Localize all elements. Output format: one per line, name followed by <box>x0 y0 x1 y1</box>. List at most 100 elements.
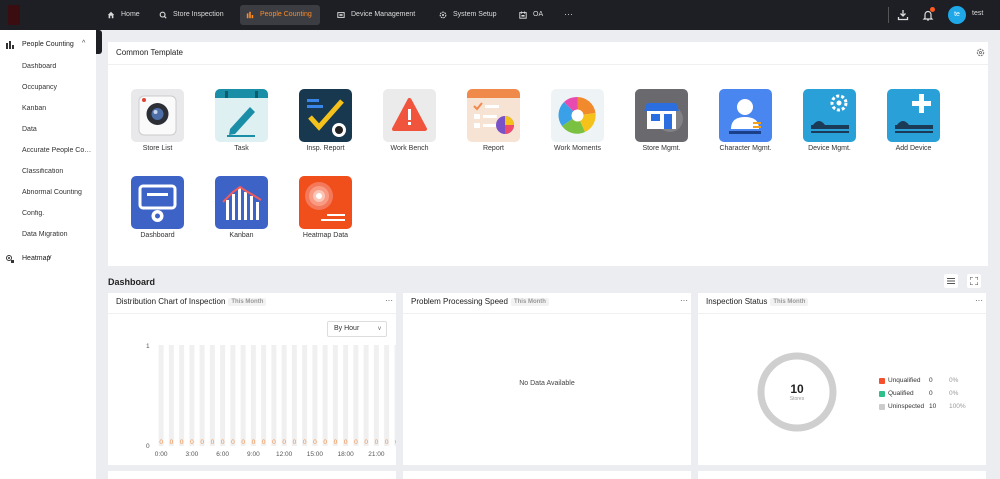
data-label: 0 <box>231 439 235 446</box>
sidebar-item-data-migration[interactable]: Data Migration <box>22 231 92 238</box>
store-list-icon <box>131 89 184 142</box>
system-setup-icon <box>439 11 447 19</box>
bar-track <box>158 345 164 446</box>
app-dashboard[interactable]: Dashboard <box>109 176 189 246</box>
download-icon[interactable] <box>897 9 909 21</box>
app-insp-report[interactable]: Insp. Report <box>277 89 357 159</box>
common-template-card: Common Template Store List Task Insp. Re… <box>108 42 988 266</box>
work-moments-icon <box>551 89 604 142</box>
bar-track <box>250 345 256 446</box>
data-label: 0 <box>323 439 327 446</box>
nav-store-inspection[interactable]: Store Inspection <box>153 5 224 25</box>
sidebar-item-dashboard[interactable]: Dashboard <box>22 63 92 70</box>
data-label: 0 <box>159 439 163 446</box>
period-tag: This Month <box>510 298 549 306</box>
problem-processing-panel: Problem Processing Speed This Month ··· N… <box>403 293 691 465</box>
nav-oa[interactable]: OA <box>513 5 543 25</box>
sidebar-item-accurate-people-counting[interactable]: Accurate People Counting <box>22 147 92 154</box>
kanban-app-icon <box>215 176 268 229</box>
sidebar-item-kanban[interactable]: Kanban <box>22 105 92 112</box>
bar-track <box>271 345 277 446</box>
sidebar-section-heatmap[interactable]: Heatmap v <box>0 252 96 266</box>
top-navigation-bar: Home Store Inspection People Counting De… <box>0 0 1000 30</box>
bar-track <box>302 345 308 446</box>
app-heatmap-data[interactable]: Heatmap Data <box>277 176 357 246</box>
data-label: 0 <box>293 439 297 446</box>
panel-more-button[interactable]: ··· <box>385 296 393 305</box>
chevron-up-icon: ^ <box>82 40 86 47</box>
list-view-button[interactable] <box>944 274 958 288</box>
bar-track <box>312 345 318 446</box>
dashboard-section-title: Dashboard <box>108 277 156 287</box>
panel-more-button[interactable]: ··· <box>680 296 688 305</box>
data-label: 0 <box>252 439 256 446</box>
data-label: 0 <box>282 439 286 446</box>
app-work-moments[interactable]: Work Moments <box>529 89 609 159</box>
fullscreen-icon <box>969 276 979 286</box>
sidebar-section-people-counting[interactable]: People Counting ^ <box>0 38 96 52</box>
bar-track <box>189 345 195 446</box>
user-avatar[interactable]: te <box>948 6 966 24</box>
inspection-status-panel: Inspection Status This Month ··· 10 Store… <box>698 293 986 465</box>
dashboard-card-partial <box>698 471 986 479</box>
data-label: 0 <box>200 439 204 446</box>
app-store-mgmt[interactable]: Store Mgmt. <box>613 89 693 159</box>
bar-track <box>353 345 359 446</box>
distribution-bar-chart: 100000000000000000000000000:003:006:009:… <box>146 343 396 458</box>
bar-track <box>291 345 297 446</box>
work-bench-icon <box>383 89 436 142</box>
app-character-mgmt[interactable]: Character Mgmt. <box>697 89 777 159</box>
data-label: 0 <box>344 439 348 446</box>
store-inspection-icon <box>159 11 167 19</box>
bar-track <box>332 345 338 446</box>
app-logo[interactable] <box>8 5 20 25</box>
app-add-device[interactable]: Add Device <box>865 89 945 159</box>
x-tick-label: 3:00 <box>186 451 199 458</box>
distribution-chart-panel: Distribution Chart of Inspection This Mon… <box>108 293 396 465</box>
sidebar-item-abnormal-counting[interactable]: Abnormal Counting <box>22 189 92 196</box>
donut-total: 10 <box>790 382 804 396</box>
panel-title: Distribution Chart of Inspection This Mon… <box>116 297 267 306</box>
fullscreen-button[interactable] <box>967 274 981 288</box>
data-label: 0 <box>364 439 368 446</box>
app-report[interactable]: Report <box>445 89 525 159</box>
bar-track <box>168 345 174 446</box>
topbar-divider <box>888 7 889 23</box>
data-label: 0 <box>395 439 396 446</box>
bar-track <box>384 345 390 446</box>
settings-gear-icon[interactable] <box>976 48 985 57</box>
data-label: 0 <box>211 439 215 446</box>
app-work-bench[interactable]: Work Bench <box>361 89 441 159</box>
sidebar-item-data[interactable]: Data <box>22 126 92 133</box>
x-tick-label: 9:00 <box>247 451 260 458</box>
sidebar-collapse-handle[interactable] <box>96 30 102 54</box>
x-tick-label: 15:00 <box>307 451 324 458</box>
app-task[interactable]: Task <box>193 89 273 159</box>
app-store-list[interactable]: Store List <box>109 89 189 159</box>
oa-icon <box>519 11 527 19</box>
panel-more-button[interactable]: ··· <box>975 296 983 305</box>
app-device-mgmt[interactable]: Device Mgmt. <box>781 89 861 159</box>
sidebar-item-classification[interactable]: Classification <box>22 168 92 175</box>
nav-home[interactable]: Home <box>101 5 140 25</box>
sidebar-item-config[interactable]: Config. <box>22 210 92 217</box>
nav-people-counting[interactable]: People Counting <box>240 5 320 25</box>
nav-more-button[interactable]: ··· <box>564 5 573 25</box>
data-label: 0 <box>170 439 174 446</box>
app-kanban[interactable]: Kanban <box>193 176 273 246</box>
nav-system-setup[interactable]: System Setup <box>433 5 497 25</box>
notification-badge <box>930 7 935 12</box>
nav-device-management[interactable]: Device Management <box>331 5 415 25</box>
device-management-icon <box>337 12 345 18</box>
bar-track <box>240 345 246 446</box>
username[interactable]: test <box>972 10 983 17</box>
data-label: 0 <box>334 439 338 446</box>
heatmap-data-icon <box>299 176 352 229</box>
add-device-icon <box>887 89 940 142</box>
bar-chart-icon <box>6 41 14 49</box>
x-tick-label: 12:00 <box>276 451 293 458</box>
sidebar-item-occupancy[interactable]: Occupancy <box>22 84 92 91</box>
data-label: 0 <box>262 439 266 446</box>
data-label: 0 <box>375 439 379 446</box>
period-tag: This Month <box>228 298 267 306</box>
